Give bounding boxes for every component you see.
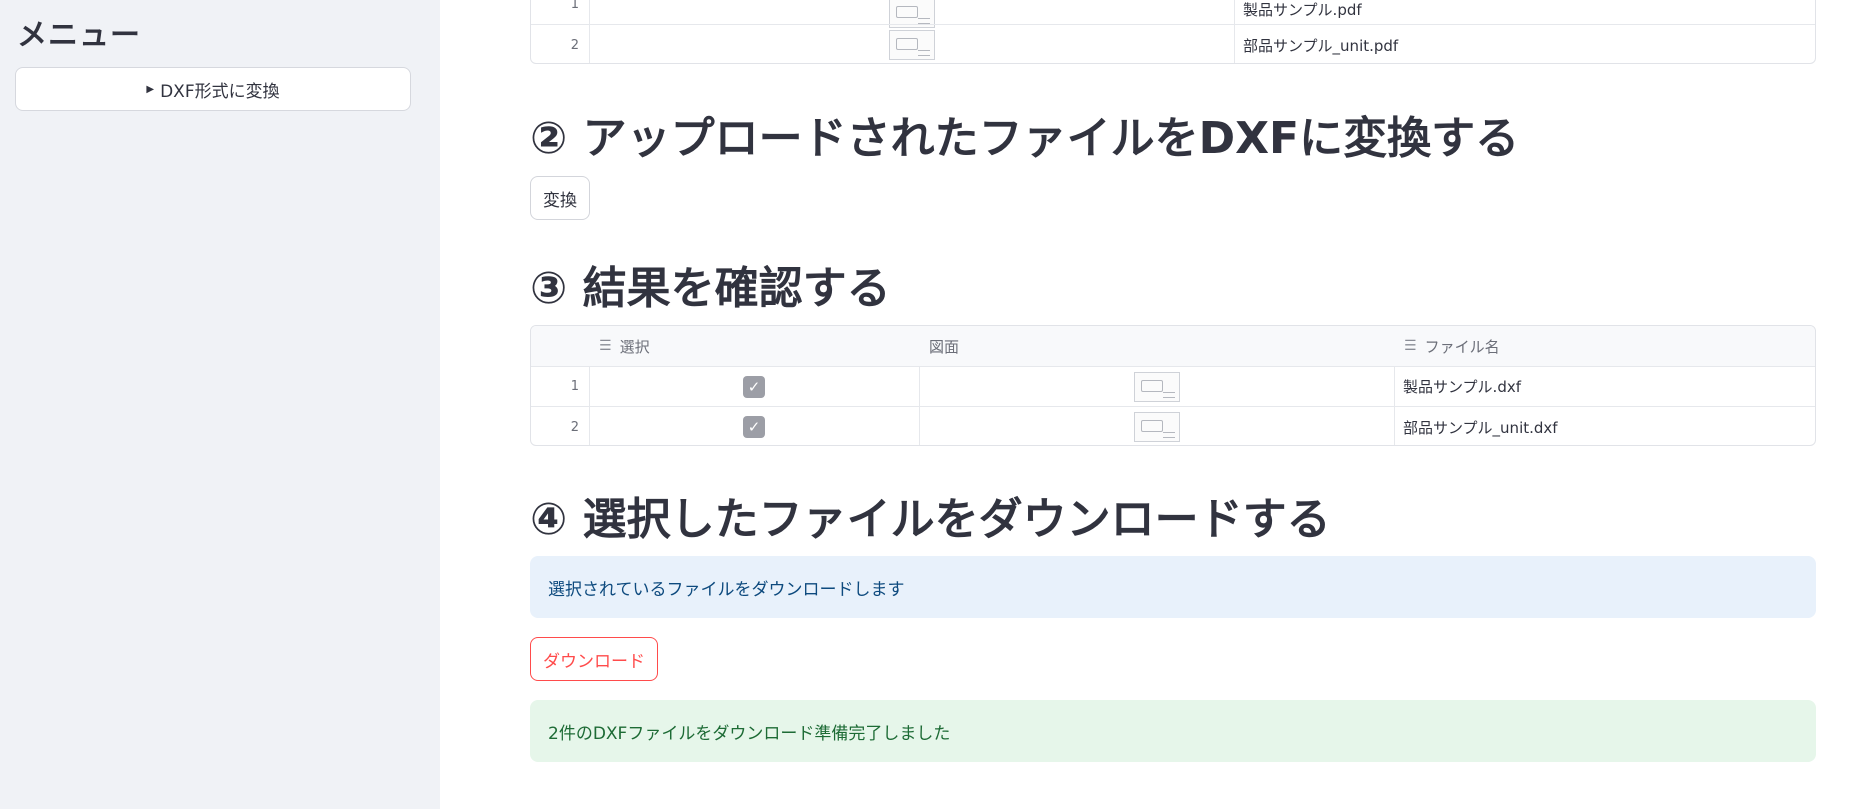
dxf-convert-expander[interactable]: ▶ DXF形式に変換 — [15, 67, 411, 111]
sidebar-title: メニュー — [17, 18, 141, 53]
row-index: 1 — [570, 379, 579, 394]
row-index: 1 — [570, 0, 579, 12]
edit-lines-icon: ☰ — [599, 338, 612, 354]
convert-button[interactable]: 変換 — [530, 176, 590, 220]
filename-cell: 製品サンプル.dxf — [1403, 378, 1521, 396]
drawing-thumbnail — [888, 30, 935, 60]
table-row[interactable]: 1 製品サンプル.pdf — [531, 0, 1815, 28]
section-4-title: ④ 選択したファイルをダウンロードする — [530, 494, 1331, 545]
column-header-drawing[interactable]: 図面 — [919, 326, 1394, 366]
table-row[interactable]: 2 部品サンプル_unit.pdf — [531, 24, 1815, 63]
drawing-thumbnail — [1133, 371, 1180, 402]
results-table: ☰ 選択 図面 ☰ ファイル名 1 ✓ 製品サンプル.dxf 2 ✓ 部品サンプ… — [530, 325, 1816, 446]
info-alert: 選択されているファイルをダウンロードします — [530, 556, 1816, 618]
triangle-right-icon: ▶ — [146, 83, 155, 95]
table-row[interactable]: 1 ✓ 製品サンプル.dxf — [531, 366, 1815, 406]
success-alert: 2件のDXFファイルをダウンロード準備完了しました — [530, 700, 1816, 762]
section-2-title: ② アップロードされたファイルをDXFに変換する — [530, 113, 1520, 164]
sidebar: メニュー ▶ DXF形式に変換 — [0, 0, 440, 809]
column-header-select[interactable]: ☰ 選択 — [589, 326, 919, 366]
download-button[interactable]: ダウンロード — [530, 637, 658, 681]
table-row[interactable]: 2 ✓ 部品サンプル_unit.dxf — [531, 406, 1815, 445]
uploaded-files-table: 1 製品サンプル.pdf 2 部品サンプル_unit.pdf — [530, 0, 1816, 64]
section-3-title: ③ 結果を確認する — [530, 263, 891, 314]
column-header-filename[interactable]: ☰ ファイル名 — [1394, 326, 1814, 366]
filename-cell: 製品サンプル.pdf — [1243, 1, 1362, 19]
table-header: ☰ 選択 図面 ☰ ファイル名 — [531, 326, 1815, 366]
main-content: 1 製品サンプル.pdf 2 部品サンプル_unit.pdf ② アップロードさ… — [530, 0, 1816, 809]
row-index: 2 — [570, 419, 579, 435]
drawing-thumbnail — [1133, 412, 1180, 442]
filename-cell: 部品サンプル_unit.pdf — [1243, 36, 1399, 55]
edit-lines-icon: ☰ — [1404, 338, 1417, 354]
check-icon: ✓ — [747, 377, 761, 396]
select-checkbox[interactable]: ✓ — [743, 375, 765, 398]
filename-cell: 部品サンプル_unit.dxf — [1403, 418, 1558, 437]
expander-label: DXF形式に変換 — [160, 81, 280, 102]
select-checkbox[interactable]: ✓ — [743, 416, 765, 438]
check-icon: ✓ — [747, 418, 761, 436]
row-index: 2 — [570, 37, 579, 53]
